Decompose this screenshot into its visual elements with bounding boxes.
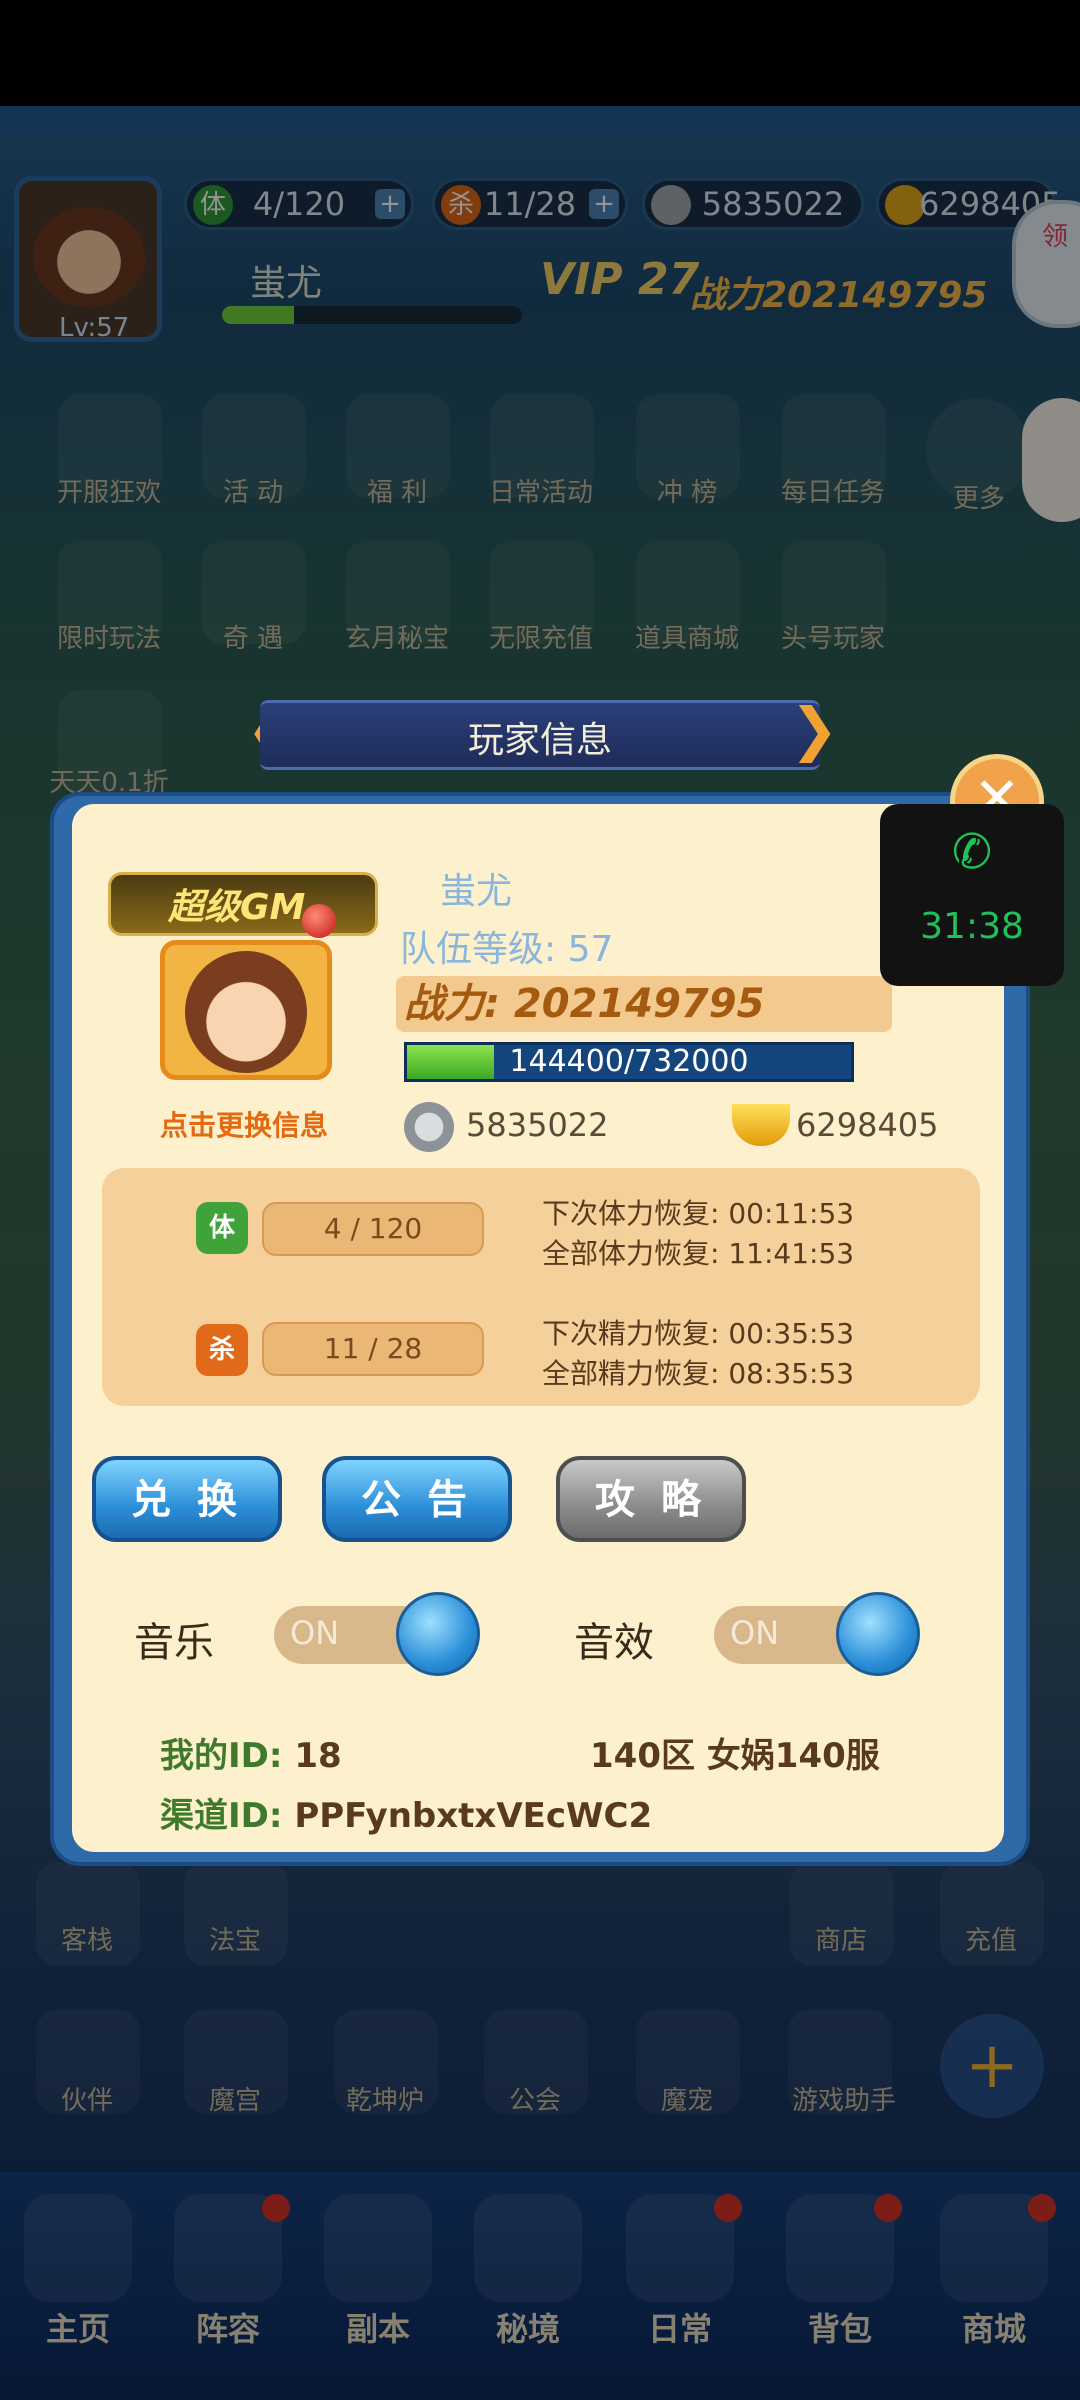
exp-text: 144400/732000 (509, 1044, 749, 1079)
energy-all-time: 08:35:53 (728, 1357, 855, 1390)
player-portrait[interactable] (160, 940, 332, 1080)
sound-label: 音效 (574, 1620, 654, 1666)
gold-amount: 6298405 (796, 1106, 939, 1144)
channel-id-value: PPFynbxtxVEcWC2 (294, 1796, 653, 1836)
notice-button[interactable]: 公 告 (322, 1456, 512, 1542)
exchange-button[interactable]: 兑 换 (92, 1456, 282, 1542)
my-id-row: 我的ID: 18 (160, 1728, 342, 1777)
gm-badge-text: 超级GM (168, 887, 306, 928)
channel-id-label: 渠道ID: (160, 1796, 283, 1836)
music-toggle-state: ON (290, 1614, 340, 1652)
energy-value: 11 / 28 (262, 1322, 484, 1376)
energy-next-time: 00:35:53 (728, 1317, 855, 1350)
silver-coin-icon (404, 1102, 454, 1152)
sound-toggle-state: ON (730, 1614, 780, 1652)
stamina-value: 4 / 120 (262, 1202, 484, 1256)
energy-next-recovery: 下次精力恢复: 00:35:53 (542, 1312, 854, 1352)
my-id-value: 18 (294, 1736, 342, 1776)
server-name: 140区 女娲140服 (590, 1736, 880, 1776)
call-duration: 31:38 (920, 906, 1024, 947)
exp-bar: 144400/732000 (404, 1042, 854, 1082)
portrait-face (185, 951, 307, 1073)
team-level: 队伍等级: 57 (400, 929, 614, 970)
stamina-all-time: 11:41:53 (728, 1237, 855, 1270)
music-toggle[interactable]: ON (274, 1592, 480, 1676)
player-name: 蚩尤 (440, 871, 513, 912)
energy-next-label: 下次精力恢复: (542, 1317, 720, 1350)
my-id-label: 我的ID: (160, 1736, 283, 1776)
stamina-next-label: 下次体力恢复: (542, 1197, 720, 1230)
sound-toggle[interactable]: ON (714, 1592, 920, 1676)
energy-icon: 杀 (196, 1324, 248, 1376)
energy-all-label: 全部精力恢复: (542, 1357, 720, 1390)
change-info-link[interactable]: 点击更换信息 (160, 1104, 328, 1144)
phone-icon: ✆ (951, 824, 993, 880)
dialog-title-banner: 玩家信息 (260, 700, 820, 770)
stamina-next-time: 00:11:53 (728, 1197, 855, 1230)
banner-right-ornament: ❯ (790, 695, 839, 763)
toggle-knob[interactable] (396, 1592, 480, 1676)
call-overlay[interactable]: ✆ 31:38 (880, 804, 1064, 986)
stamina-full-recovery: 全部体力恢复: 11:41:53 (542, 1232, 854, 1272)
energy-full-recovery: 全部精力恢复: 08:35:53 (542, 1352, 854, 1392)
music-label: 音乐 (134, 1620, 214, 1666)
stamina-icon: 体 (196, 1202, 248, 1254)
guide-button[interactable]: 攻 略 (556, 1456, 746, 1542)
gem-icon (302, 904, 336, 938)
channel-id-row: 渠道ID: PPFynbxtxVEcWC2 (160, 1788, 652, 1837)
toggle-knob[interactable] (836, 1592, 920, 1676)
stamina-all-label: 全部体力恢复: (542, 1237, 720, 1270)
dialog-title: 玩家信息 (467, 720, 612, 761)
player-power: 战力: 202149795 (404, 981, 765, 1027)
stamina-next-recovery: 下次体力恢复: 00:11:53 (542, 1192, 854, 1232)
status-bar (0, 0, 1080, 106)
silver-amount: 5835022 (466, 1106, 609, 1144)
